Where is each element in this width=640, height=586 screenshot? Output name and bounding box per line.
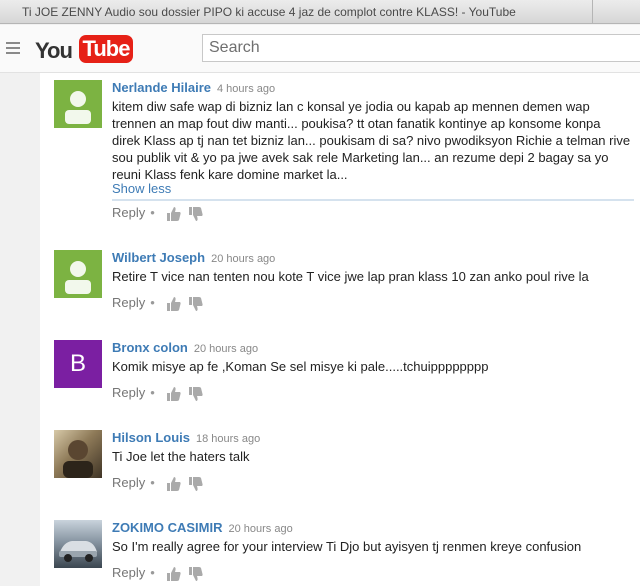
comment-text: Ti Joe let the haters talk xyxy=(112,449,250,464)
author-name[interactable]: Wilbert Joseph xyxy=(112,250,205,265)
thumbs-up-icon[interactable] xyxy=(167,206,182,221)
comment-text: kitem diw safe wap di bizniz lan c konsa… xyxy=(112,99,631,182)
comment-time[interactable]: 20 hours ago xyxy=(211,253,275,265)
comment-actions: Reply • xyxy=(112,295,203,311)
thumbs-up-icon[interactable] xyxy=(167,566,182,581)
logo-you-text: You xyxy=(35,38,73,63)
menu-icon[interactable] xyxy=(6,42,20,54)
comment-text: Komik misye ap fe ,Koman Se sel misye ki… xyxy=(112,359,489,374)
default-avatar-icon xyxy=(65,261,91,294)
car-photo-icon xyxy=(59,541,97,562)
thumbs-up-icon[interactable] xyxy=(167,386,182,401)
comment-author[interactable]: Bronx colon 20 hours ago xyxy=(112,340,258,355)
comment-text: So I'm really agree for your interview T… xyxy=(112,539,582,554)
reply-button[interactable]: Reply xyxy=(112,475,145,490)
comment-actions: Reply • xyxy=(112,205,203,221)
reply-button[interactable]: Reply xyxy=(112,385,145,400)
comments-list: Nerlande Hilaire 4 hours ago kitem diw sa… xyxy=(40,73,640,586)
youtube-header: You Tube xyxy=(0,25,640,73)
show-less-link[interactable]: Show less xyxy=(112,181,171,196)
comment-time[interactable]: 18 hours ago xyxy=(196,433,260,445)
thumbs-down-icon[interactable] xyxy=(189,386,203,401)
thumbs-down-icon[interactable] xyxy=(189,566,203,581)
thumbs-down-icon[interactable] xyxy=(189,206,203,221)
search-input[interactable] xyxy=(202,34,640,62)
comment-author[interactable]: Hilson Louis 18 hours ago xyxy=(112,430,260,445)
comment-author[interactable]: Wilbert Joseph 20 hours ago xyxy=(112,250,275,265)
thumbs-down-icon[interactable] xyxy=(189,476,203,491)
reply-button[interactable]: Reply xyxy=(112,295,145,310)
thumbs-up-icon[interactable] xyxy=(167,296,182,311)
comment-time[interactable]: 4 hours ago xyxy=(217,83,275,95)
reply-button[interactable]: Reply xyxy=(112,565,145,580)
comment-actions: Reply • xyxy=(112,565,203,581)
left-gutter xyxy=(0,73,40,586)
comment-text: Retire T vice nan tenten nou kote T vice… xyxy=(112,269,589,284)
window-titlebar: Ti JOE ZENNY Audio sou dossier PIPO ki a… xyxy=(0,0,640,24)
avatar[interactable] xyxy=(54,430,102,478)
person-photo-icon xyxy=(63,440,93,478)
logo-tube-text: Tube xyxy=(79,35,133,63)
window-title: Ti JOE ZENNY Audio sou dossier PIPO ki a… xyxy=(22,5,516,19)
author-name[interactable]: ZOKIMO CASIMIR xyxy=(112,520,223,535)
thumbs-down-icon[interactable] xyxy=(189,296,203,311)
default-avatar-icon xyxy=(65,91,91,124)
comment-author[interactable]: ZOKIMO CASIMIR 20 hours ago xyxy=(112,520,293,535)
comment-actions: Reply • xyxy=(112,385,203,401)
comment-author[interactable]: Nerlande Hilaire 4 hours ago xyxy=(112,80,275,95)
avatar[interactable] xyxy=(54,250,102,298)
author-name[interactable]: Nerlande Hilaire xyxy=(112,80,211,95)
avatar[interactable] xyxy=(54,520,102,568)
comment-time[interactable]: 20 hours ago xyxy=(194,343,258,355)
thumbs-up-icon[interactable] xyxy=(167,476,182,491)
expanded-comment-divider xyxy=(112,199,634,201)
author-name[interactable]: Hilson Louis xyxy=(112,430,190,445)
avatar-letter: B xyxy=(69,350,86,377)
author-name[interactable]: Bronx colon xyxy=(112,340,188,355)
reply-button[interactable]: Reply xyxy=(112,205,145,220)
comment-actions: Reply • xyxy=(112,475,203,491)
avatar[interactable]: B xyxy=(54,340,102,388)
avatar[interactable] xyxy=(54,80,102,128)
titlebar-divider xyxy=(592,0,593,24)
comment-time[interactable]: 20 hours ago xyxy=(229,523,293,535)
